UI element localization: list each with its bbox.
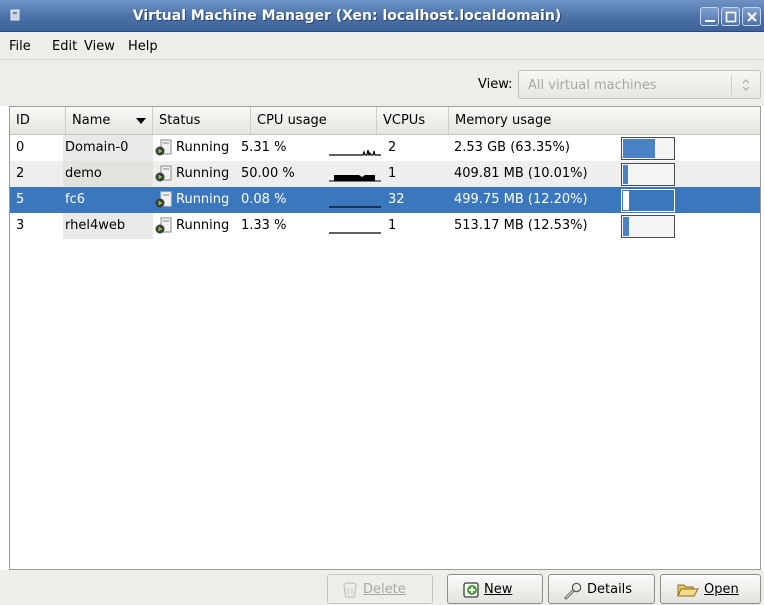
menu-view[interactable]: View [84, 39, 115, 54]
vm-name: rhel4web [65, 218, 126, 233]
memory-usage-bar [621, 189, 675, 212]
vm-status: Running [176, 218, 230, 233]
menu-bar: File Edit View Help [0, 32, 764, 60]
delete-button[interactable]: Delete [327, 574, 433, 604]
vm-id: 3 [16, 218, 25, 233]
menu-help[interactable]: Help [128, 39, 158, 54]
menu-edit[interactable]: Edit [52, 39, 77, 54]
vm-name: demo [65, 166, 102, 181]
memory-usage-fill [623, 165, 628, 184]
vm-vcpus: 32 [388, 192, 405, 207]
window-title: Virtual Machine Manager (Xen: localhost.… [132, 8, 562, 24]
open-button[interactable]: Open [660, 574, 761, 604]
new-button-label: New [484, 582, 513, 597]
running-icon [155, 139, 172, 156]
memory-usage-fill [623, 139, 655, 158]
vm-id: 5 [16, 192, 25, 207]
button-bar: Delete New Details Open [0, 570, 764, 605]
view-filter-select[interactable]: All virtual machines [518, 70, 761, 99]
vm-cpu: 1.33 % [241, 218, 287, 233]
table-row-selected[interactable]: 5 fc6 Running 0.08 % 32 499.75 MB (12.20… [10, 187, 760, 213]
vm-status: Running [176, 192, 230, 207]
vm-name: Domain-0 [65, 140, 129, 155]
minimize-button[interactable] [700, 7, 719, 26]
delete-button-label: Delete [363, 582, 406, 597]
filter-bar: View: All virtual machines [0, 60, 764, 106]
table-row[interactable]: 2 demo Running 50.00 % 1 409.81 MB (10.0… [10, 161, 760, 187]
view-filter-value: All virtual machines [528, 78, 657, 93]
vm-memory: 409.81 MB (10.01%) [454, 166, 588, 181]
vm-cpu: 5.31 % [241, 140, 287, 155]
select-divider [731, 75, 732, 95]
vm-cpu: 0.08 % [241, 192, 287, 207]
column-header-memory[interactable]: Memory usage [449, 107, 760, 134]
title-bar: Virtual Machine Manager (Xen: localhost.… [0, 0, 764, 32]
vm-memory: 513.17 MB (12.53%) [454, 218, 588, 233]
table-header: ID Name Status CPU usage VCPUs Memory us… [10, 107, 760, 135]
maximize-button[interactable] [721, 7, 740, 26]
menu-file[interactable]: File [9, 39, 31, 54]
memory-usage-fill [623, 191, 629, 210]
close-button[interactable] [742, 7, 761, 26]
vm-memory: 2.53 GB (63.35%) [454, 140, 570, 155]
add-icon [463, 582, 479, 598]
running-icon [155, 217, 172, 234]
open-button-label: Open [704, 582, 739, 597]
column-header-cpu[interactable]: CPU usage [251, 107, 377, 134]
column-header-vcpus[interactable]: VCPUs [377, 107, 449, 134]
vm-memory: 499.75 MB (12.20%) [454, 192, 588, 207]
memory-usage-bar [621, 163, 675, 186]
sort-descending-icon [136, 118, 146, 124]
cpu-sparkline [329, 232, 381, 234]
minimize-icon [705, 20, 715, 22]
cpu-sparkline [329, 149, 381, 156]
column-header-name-label: Name [72, 113, 111, 128]
close-icon [747, 12, 757, 22]
column-header-id[interactable]: ID [10, 107, 66, 134]
memory-usage-fill [623, 217, 629, 236]
vm-status: Running [176, 166, 230, 181]
table-row[interactable]: 3 rhel4web Running 1.33 % 1 513.17 MB (1… [10, 213, 760, 239]
column-header-status[interactable]: Status [153, 107, 251, 134]
details-button[interactable]: Details [548, 574, 655, 604]
table-row[interactable]: 0 Domain-0 Running 5.31 % 2 2.53 GB (63.… [10, 135, 760, 161]
view-filter-label: View: [478, 77, 513, 92]
running-icon [155, 191, 172, 208]
vm-status: Running [176, 140, 230, 155]
vm-vcpus: 1 [388, 166, 397, 181]
running-icon [155, 165, 172, 182]
vm-id: 2 [16, 166, 25, 181]
vm-vcpus: 2 [388, 140, 397, 155]
memory-usage-bar [621, 215, 675, 238]
maximize-icon [725, 11, 737, 23]
vm-vcpus: 1 [388, 218, 397, 233]
details-button-label: Details [587, 582, 633, 597]
select-arrows-icon [742, 79, 750, 91]
vm-list[interactable]: ID Name Status CPU usage VCPUs Memory us… [9, 106, 761, 570]
cpu-sparkline [329, 206, 381, 208]
vm-name: fc6 [65, 192, 85, 207]
column-header-name[interactable]: Name [66, 107, 153, 134]
cpu-sparkline [329, 175, 381, 182]
vm-id: 0 [16, 140, 25, 155]
vm-cpu: 50.00 % [241, 166, 295, 181]
folder-open-icon [677, 584, 699, 597]
wrench-icon [564, 582, 582, 600]
memory-usage-bar [621, 137, 675, 160]
new-button[interactable]: New [447, 574, 543, 604]
trash-icon [343, 582, 357, 598]
